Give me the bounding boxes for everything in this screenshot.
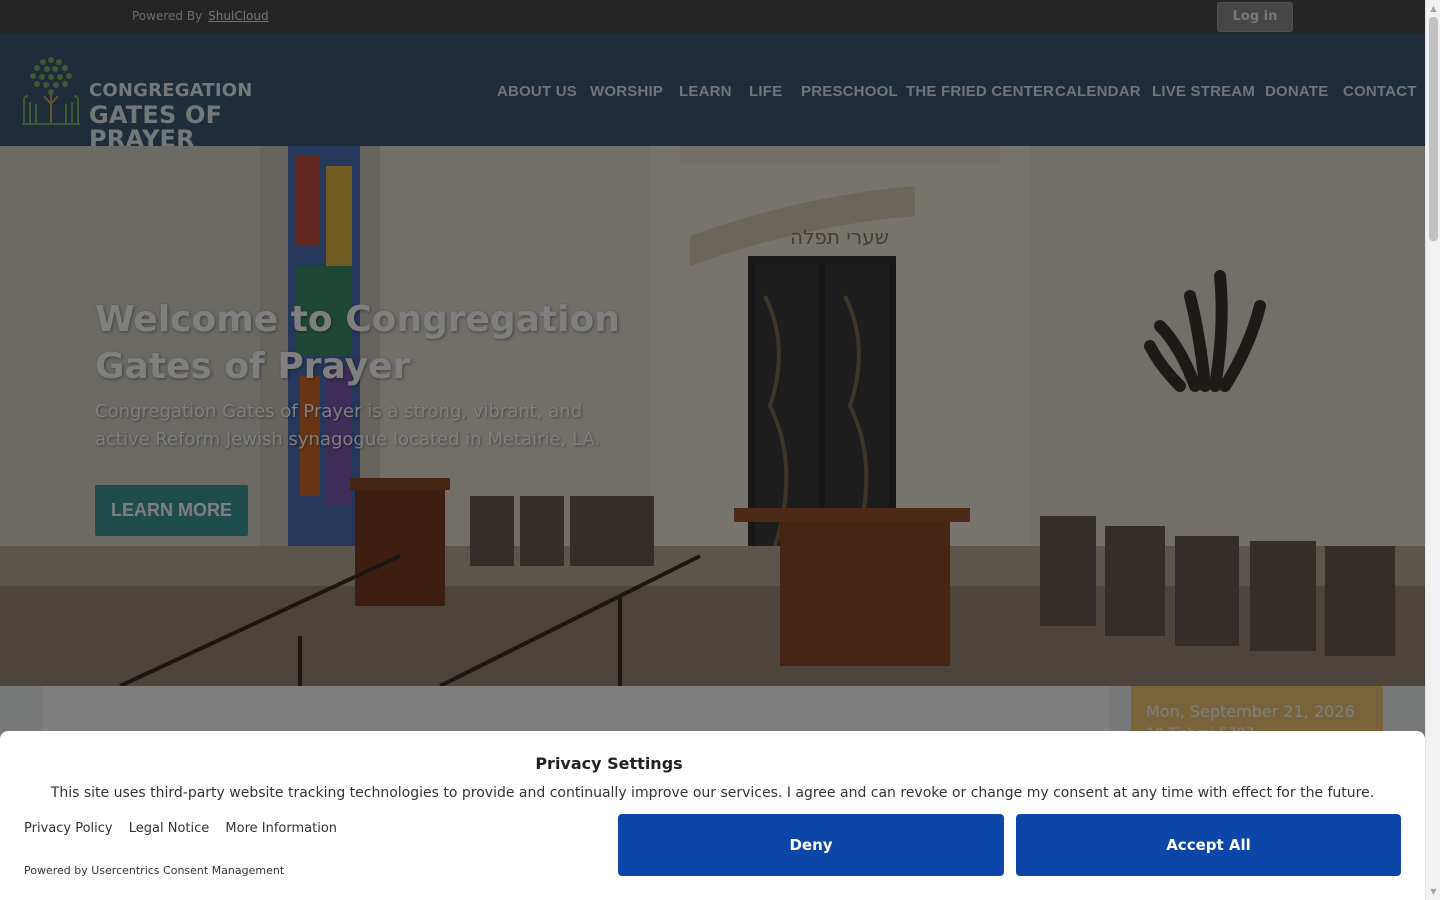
privacy-settings-banner: Privacy Settings This site uses third-pa…: [0, 731, 1425, 900]
page: Powered ByShulCloud Log in: [0, 0, 1425, 900]
accept-all-button[interactable]: Accept All: [1016, 814, 1401, 876]
privacy-title: Privacy Settings: [535, 754, 683, 773]
usercentrics-powered-by: Powered by Usercentrics Consent Manageme…: [24, 864, 285, 877]
more-information-link[interactable]: More Information: [225, 821, 337, 836]
privacy-policy-link[interactable]: Privacy Policy: [24, 821, 113, 836]
deny-button[interactable]: Deny: [618, 814, 1004, 876]
privacy-description: This site uses third-party website track…: [50, 785, 1375, 801]
scroll-up-arrow-icon[interactable]: ▲: [1429, 4, 1438, 13]
page-scrollbar[interactable]: ▲ ▼: [1425, 0, 1440, 900]
scrollbar-thumb[interactable]: [1429, 17, 1438, 241]
scroll-down-arrow-icon[interactable]: ▼: [1429, 887, 1438, 896]
privacy-links: Privacy Policy Legal Notice More Informa…: [24, 821, 349, 836]
legal-notice-link[interactable]: Legal Notice: [129, 821, 210, 836]
